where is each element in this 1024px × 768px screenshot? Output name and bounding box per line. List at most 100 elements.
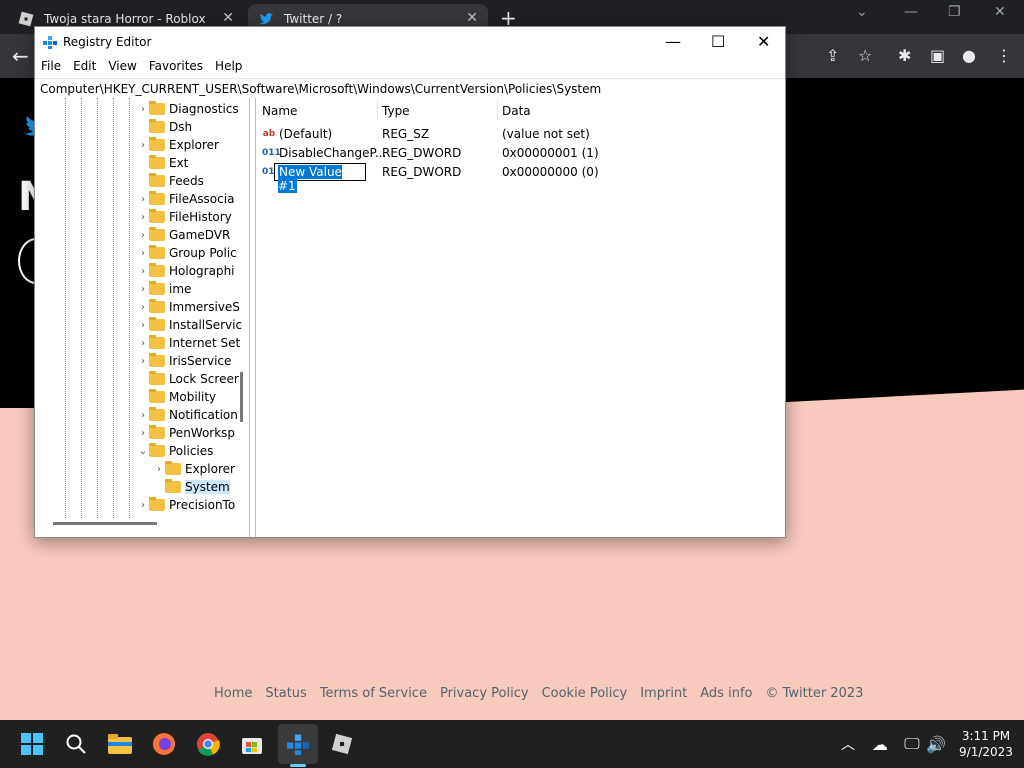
value-row[interactable]: 011 New Value #1 REG_DWORD 0x00000000 (0) bbox=[256, 163, 786, 193]
chevron-right-icon[interactable]: › bbox=[137, 194, 149, 205]
more-menu-icon[interactable]: ⋮ bbox=[996, 46, 1012, 65]
network-icon[interactable]: 🖵 bbox=[900, 732, 924, 756]
tree-key-node[interactable]: Feeds bbox=[137, 172, 204, 190]
tree-vertical-scrollbar[interactable] bbox=[240, 372, 243, 422]
chevron-right-icon[interactable]: › bbox=[137, 320, 149, 331]
chevron-right-icon[interactable]: › bbox=[137, 248, 149, 259]
value-row[interactable]: ab (Default) REG_SZ (value not set) bbox=[256, 125, 786, 144]
onedrive-icon[interactable]: ☁ bbox=[868, 732, 892, 756]
system-clock[interactable]: 3:11 PM 9/1/2023 bbox=[956, 728, 1016, 760]
tree-key-node[interactable]: Ext bbox=[137, 154, 188, 172]
tree-key-node[interactable]: › Explorer bbox=[137, 136, 219, 154]
tree-key-node[interactable]: ⌄ Policies bbox=[137, 442, 213, 460]
tree-key-node[interactable]: › ime bbox=[137, 280, 191, 298]
title-bar[interactable]: Registry Editor — ☐ ✕ bbox=[35, 27, 785, 57]
tree-key-node[interactable]: › PenWorksp bbox=[137, 424, 235, 442]
column-separator[interactable] bbox=[377, 100, 378, 120]
tree-key-node[interactable]: › Explorer bbox=[153, 460, 235, 478]
folder-icon bbox=[149, 173, 165, 187]
folder-icon bbox=[165, 479, 181, 493]
tree-key-node[interactable]: › IrisService bbox=[137, 352, 231, 370]
chrome-icon[interactable] bbox=[196, 732, 220, 756]
menu-favorites[interactable]: Favorites bbox=[143, 57, 209, 77]
roblox-icon[interactable] bbox=[330, 732, 354, 756]
chevron-right-icon[interactable]: › bbox=[137, 356, 149, 367]
tree-key-node[interactable]: › Group Polic bbox=[137, 244, 237, 262]
chevron-right-icon[interactable]: › bbox=[137, 212, 149, 223]
menu-file[interactable]: File bbox=[35, 57, 67, 77]
tree-key-node[interactable]: Lock Screer bbox=[137, 370, 239, 388]
chevron-right-icon[interactable]: › bbox=[137, 410, 149, 421]
store-icon[interactable] bbox=[240, 732, 264, 756]
share-icon[interactable]: ⇪ bbox=[826, 46, 839, 65]
tree-key-node[interactable]: › Internet Set bbox=[137, 334, 240, 352]
tree-key-node[interactable]: › FileAssocia bbox=[137, 190, 234, 208]
close-icon[interactable]: ✕ bbox=[222, 10, 234, 26]
footer-link[interactable]: Cookie Policy bbox=[542, 686, 628, 701]
footer-link[interactable]: Imprint bbox=[640, 686, 687, 701]
chevron-right-icon[interactable]: › bbox=[153, 464, 165, 475]
chevron-down-icon[interactable]: ⌄ bbox=[137, 446, 149, 457]
tree-key-node[interactable]: › ImmersiveS bbox=[137, 298, 240, 316]
restore-icon[interactable]: ❐ bbox=[948, 4, 961, 20]
side-panel-icon[interactable]: ▣ bbox=[930, 46, 945, 65]
column-header-name[interactable]: Name bbox=[262, 104, 297, 118]
close-window-icon[interactable]: ✕ bbox=[994, 4, 1006, 20]
tree-key-node[interactable]: System bbox=[153, 478, 230, 496]
regedit-taskbar-icon[interactable] bbox=[286, 732, 310, 756]
search-icon[interactable] bbox=[64, 732, 88, 756]
back-arrow-icon[interactable]: ← bbox=[12, 44, 29, 68]
chevron-right-icon[interactable]: › bbox=[137, 140, 149, 151]
maximize-icon[interactable]: ☐ bbox=[711, 32, 725, 51]
tree-key-node[interactable]: Dsh bbox=[137, 118, 192, 136]
chevron-right-icon[interactable]: › bbox=[137, 500, 149, 511]
chevron-right-icon[interactable]: › bbox=[137, 428, 149, 439]
tree-key-node[interactable]: Mobility bbox=[137, 388, 216, 406]
chevron-right-icon[interactable]: › bbox=[137, 338, 149, 349]
firefox-icon[interactable] bbox=[152, 732, 176, 756]
tree-key-node[interactable]: › PrecisionTo bbox=[137, 496, 235, 514]
extensions-icon[interactable]: ✱ bbox=[898, 46, 911, 65]
file-explorer-icon[interactable] bbox=[108, 732, 132, 756]
key-tree-pane[interactable]: › Diagnostics Dsh › Explorer Ext Feeds › FileAss… bbox=[35, 98, 250, 537]
column-header-type[interactable]: Type bbox=[382, 104, 410, 118]
column-header-data[interactable]: Data bbox=[502, 104, 531, 118]
windows-start-icon[interactable] bbox=[20, 732, 44, 756]
tree-key-node[interactable]: › InstallServic bbox=[137, 316, 242, 334]
minimize-icon[interactable]: — bbox=[665, 32, 681, 51]
tree-key-node[interactable]: › Diagnostics bbox=[137, 100, 239, 118]
tree-key-node[interactable]: › Holographi bbox=[137, 262, 235, 280]
value-row[interactable]: 011 DisableChangeP... REG_DWORD 0x00000001 … bbox=[256, 144, 786, 163]
tree-key-node[interactable]: › Notification bbox=[137, 406, 238, 424]
footer-link[interactable]: © Twitter 2023 bbox=[765, 686, 863, 701]
menu-view[interactable]: View bbox=[102, 57, 142, 77]
minimize-icon[interactable]: — bbox=[904, 4, 918, 20]
tree-key-node[interactable]: › FileHistory bbox=[137, 208, 232, 226]
star-icon[interactable]: ☆ bbox=[858, 46, 872, 65]
column-separator[interactable] bbox=[497, 100, 498, 120]
volume-icon[interactable]: 🔊 bbox=[924, 732, 948, 756]
chevron-right-icon[interactable]: › bbox=[137, 104, 149, 115]
address-bar[interactable]: Computer\HKEY_CURRENT_USER\Software\Micr… bbox=[35, 78, 785, 98]
chevron-right-icon[interactable]: › bbox=[137, 302, 149, 313]
tree-key-node[interactable]: › GameDVR bbox=[137, 226, 230, 244]
footer-link[interactable]: Privacy Policy bbox=[440, 686, 529, 701]
chevron-right-icon[interactable]: › bbox=[137, 284, 149, 295]
rename-input[interactable]: New Value #1 bbox=[274, 163, 366, 193]
tree-key-label: FileHistory bbox=[169, 210, 232, 224]
menu-help[interactable]: Help bbox=[209, 57, 248, 77]
chevron-right-icon[interactable]: › bbox=[137, 266, 149, 277]
tree-horizontal-scrollbar[interactable] bbox=[53, 522, 157, 525]
close-icon[interactable]: ✕ bbox=[466, 10, 478, 26]
chevron-right-icon[interactable]: › bbox=[137, 230, 149, 241]
footer-link[interactable]: Terms of Service bbox=[320, 686, 427, 701]
footer-link[interactable]: Ads info bbox=[700, 686, 752, 701]
menu-edit[interactable]: Edit bbox=[67, 57, 102, 77]
close-icon[interactable]: ✕ bbox=[757, 32, 770, 51]
chevron-up-icon[interactable]: ︿ bbox=[836, 732, 860, 756]
profile-icon[interactable]: ● bbox=[962, 46, 976, 65]
values-list-pane[interactable]: Name Type Data ab (Default) REG_SZ (value n… bbox=[255, 98, 785, 537]
footer-link[interactable]: Home bbox=[214, 686, 252, 701]
chevron-down-icon[interactable]: ⌄ bbox=[856, 4, 868, 20]
footer-link[interactable]: Status bbox=[265, 686, 306, 701]
